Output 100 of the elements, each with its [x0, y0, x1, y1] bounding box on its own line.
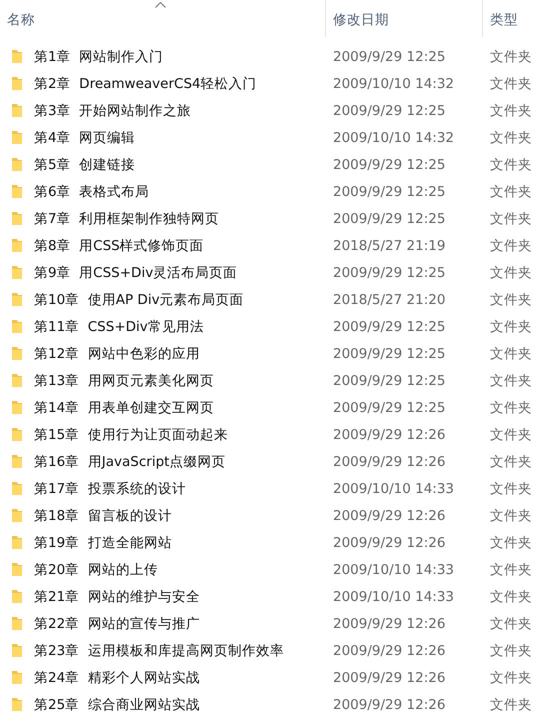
file-type: 文件夹	[489, 534, 533, 552]
modified-date: 2009/9/29 12:26	[332, 670, 446, 686]
column-header[interactable]: 类型	[483, 10, 518, 28]
file-name[interactable]: 第3章 开始网站制作之旅	[34, 102, 192, 120]
file-type: 文件夹	[489, 372, 533, 390]
file-type: 文件夹	[489, 344, 533, 362]
folder-icon	[11, 535, 23, 550]
modified-date: 2009/9/29 12:25	[332, 400, 446, 416]
modified-date: 2009/10/10 14:32	[332, 130, 456, 146]
file-name[interactable]: 第8章 用CSS样式修饰页面	[34, 236, 204, 254]
file-name[interactable]: 第21章 网站的维护与安全	[34, 588, 200, 606]
file-name[interactable]: 第7章 利用框架制作独特网页	[34, 210, 220, 228]
file-name[interactable]: 第1章 网站制作入门	[34, 48, 164, 66]
file-type: 文件夹	[489, 102, 533, 120]
file-type: 文件夹	[489, 210, 533, 228]
file-type: 文件夹	[489, 398, 533, 416]
file-type: 文件夹	[489, 318, 533, 336]
file-type: 文件夹	[489, 156, 533, 174]
file-type: 文件夹	[489, 588, 533, 606]
file-type: 文件夹	[489, 614, 533, 632]
modified-date: 2009/9/29 12:26	[332, 696, 446, 712]
modified-date: 2018/5/27 21:20	[332, 292, 446, 308]
file-name[interactable]: 第17章 投票系统的设计	[34, 480, 186, 498]
folder-icon	[11, 265, 23, 280]
folder-icon	[11, 346, 23, 361]
modified-date: 2009/10/10 14:33	[332, 562, 456, 578]
modified-date: 2009/10/10 14:33	[332, 480, 456, 496]
modified-date: 2009/9/29 12:26	[332, 426, 446, 442]
file-type: 文件夹	[489, 506, 533, 524]
modified-date: 2009/9/29 12:26	[332, 454, 446, 470]
modified-date: 2009/9/29 12:25	[332, 48, 446, 64]
folder-icon	[11, 319, 23, 334]
folder-icon	[11, 643, 23, 658]
file-type: 文件夹	[489, 74, 533, 92]
file-name[interactable]: 第16章 用JavaScript点缀网页	[34, 452, 226, 470]
file-name[interactable]: 第5章 创建链接	[34, 156, 136, 174]
file-name[interactable]: 第10章 使用AP Div元素布局页面	[34, 290, 244, 308]
file-type: 文件夹	[489, 290, 533, 308]
file-name[interactable]: 第2章 DreamweaverCS4轻松入门	[34, 74, 257, 92]
file-name[interactable]: 第15章 使用行为让页面动起来	[34, 426, 228, 444]
file-type: 文件夹	[489, 128, 533, 146]
file-type: 文件夹	[489, 696, 533, 714]
file-name[interactable]: 第18章 留言板的设计	[34, 506, 172, 524]
file-name[interactable]: 第20章 网站的上传	[34, 560, 158, 578]
folder-icon	[11, 184, 23, 199]
modified-date: 2009/9/29 12:25	[332, 210, 446, 226]
file-name[interactable]: 第24章 精彩个人网站实战	[34, 668, 200, 686]
folder-icon	[11, 562, 23, 577]
modified-date: 2009/10/10 14:32	[332, 76, 456, 92]
file-type: 文件夹	[489, 426, 533, 444]
folder-icon	[11, 130, 23, 145]
folder-icon	[11, 454, 23, 469]
file-name[interactable]: 第6章 表格式布局	[34, 182, 150, 200]
modified-date: 2018/5/27 21:19	[332, 238, 446, 254]
folder-icon	[11, 157, 23, 172]
folder-icon	[11, 238, 23, 253]
folder-icon	[11, 670, 23, 685]
folder-icon	[11, 400, 23, 415]
modified-date: 2009/9/29 12:25	[332, 318, 446, 334]
folder-icon	[11, 697, 23, 712]
modified-date: 2009/9/29 12:25	[332, 264, 446, 280]
file-type: 文件夹	[489, 480, 533, 498]
folder-icon	[11, 481, 23, 496]
file-name[interactable]: 第19章 打造全能网站	[34, 534, 172, 552]
file-type: 文件夹	[489, 48, 533, 66]
modified-date: 2009/9/29 12:25	[332, 372, 446, 388]
folder-icon	[11, 589, 23, 604]
folder-icon	[11, 616, 23, 631]
modified-date: 2009/9/29 12:25	[332, 156, 446, 172]
folder-icon	[11, 508, 23, 523]
folder-icon	[11, 373, 23, 388]
modified-date: 2009/9/29 12:25	[332, 346, 446, 362]
file-name[interactable]: 第23章 运用模板和库提高网页制作效率	[34, 642, 284, 660]
file-name[interactable]: 第11章 CSS+Div常见用法	[34, 318, 204, 336]
folder-icon	[11, 49, 23, 64]
folder-icon	[11, 103, 23, 118]
modified-date: 2009/9/29 12:26	[332, 508, 446, 524]
column-header[interactable]: 名称	[0, 10, 35, 28]
folder-icon	[11, 211, 23, 226]
file-type: 文件夹	[489, 642, 533, 660]
file-type: 文件夹	[489, 668, 533, 686]
modified-date: 2009/9/29 12:25	[332, 102, 446, 118]
file-name[interactable]: 第14章 用表单创建交互网页	[34, 398, 214, 416]
file-name[interactable]: 第4章 网页编辑	[34, 128, 136, 146]
column-header[interactable]: 修改日期	[326, 10, 389, 28]
file-type: 文件夹	[489, 560, 533, 578]
folder-icon	[11, 292, 23, 307]
file-type: 文件夹	[489, 452, 533, 470]
file-type: 文件夹	[489, 264, 533, 282]
folder-icon	[11, 76, 23, 91]
file-name[interactable]: 第9章 用CSS+Div灵活布局页面	[34, 264, 238, 282]
file-type: 文件夹	[489, 236, 533, 254]
folder-icon	[11, 427, 23, 442]
file-name[interactable]: 第12章 网站中色彩的应用	[34, 344, 200, 362]
modified-date: 2009/9/29 12:26	[332, 534, 446, 550]
file-name[interactable]: 第25章 综合商业网站实战	[34, 696, 200, 714]
file-name[interactable]: 第13章 用网页元素美化网页	[34, 372, 214, 390]
modified-date: 2009/9/29 12:26	[332, 616, 446, 632]
modified-date: 2009/9/29 12:25	[332, 184, 446, 200]
file-name[interactable]: 第22章 网站的宣传与推广	[34, 614, 200, 632]
